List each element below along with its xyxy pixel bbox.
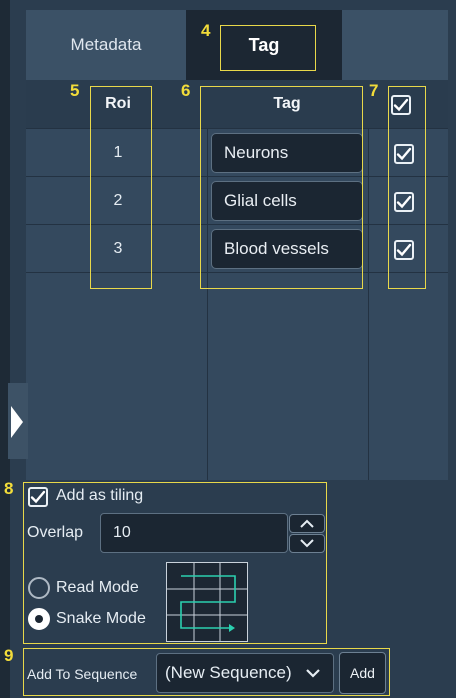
annotation-number-8: 8 xyxy=(4,479,14,498)
check-icon xyxy=(396,195,412,209)
column-divider xyxy=(368,128,369,480)
chevron-down-icon xyxy=(306,669,320,678)
roi-cell: 1 xyxy=(113,144,123,161)
annotation-number-5: 5 xyxy=(70,81,80,100)
tag-column-header[interactable]: Tag xyxy=(205,80,369,128)
row-checkbox[interactable] xyxy=(394,192,414,212)
sequence-select[interactable]: (New Sequence) xyxy=(156,653,334,693)
chevron-right-icon xyxy=(11,406,23,438)
tag-input[interactable]: Blood vessels xyxy=(211,229,363,269)
left-strip xyxy=(0,0,10,698)
column-divider xyxy=(207,128,208,480)
annotation-number-7: 7 xyxy=(369,81,379,100)
check-icon xyxy=(396,147,412,161)
add-as-tiling-checkbox[interactable] xyxy=(28,487,48,507)
overlap-increment-button[interactable] xyxy=(289,514,325,533)
row-checkbox[interactable] xyxy=(394,144,414,164)
overlap-input[interactable]: 10 xyxy=(100,513,288,553)
snake-mode-radio[interactable] xyxy=(28,608,50,630)
annotation-number-4: 4 xyxy=(201,21,211,40)
sequence-select-value: (New Sequence) xyxy=(165,663,292,682)
roi-cell: 3 xyxy=(113,240,123,257)
annotation-number-9: 9 xyxy=(4,646,14,665)
expand-panel-button[interactable] xyxy=(8,383,28,459)
tab-metadata[interactable]: Metadata xyxy=(26,10,186,80)
select-all-checkbox[interactable] xyxy=(391,95,411,115)
read-mode-radio[interactable] xyxy=(28,577,50,599)
tab-tag-label: Tag xyxy=(248,34,280,55)
roi-column-header[interactable]: Roi xyxy=(88,80,148,128)
read-mode-label: Read Mode xyxy=(56,579,139,596)
chevron-up-icon xyxy=(300,519,314,528)
row-checkbox[interactable] xyxy=(394,240,414,260)
annotation-number-6: 6 xyxy=(181,81,191,100)
check-icon xyxy=(393,98,409,112)
overlap-decrement-button[interactable] xyxy=(289,534,325,553)
add-to-sequence-button[interactable]: Add xyxy=(339,652,386,694)
tab-metadata-label: Metadata xyxy=(70,35,142,54)
check-icon xyxy=(396,243,412,257)
tag-input[interactable]: Glial cells xyxy=(211,181,363,221)
add-to-sequence-label: Add To Sequence xyxy=(27,666,138,682)
chevron-down-icon xyxy=(300,539,314,548)
overlap-label: Overlap xyxy=(27,524,84,541)
check-icon xyxy=(30,490,46,504)
snake-mode-diagram xyxy=(166,562,248,642)
snake-mode-label: Snake Mode xyxy=(56,610,146,627)
tag-input[interactable]: Neurons xyxy=(211,133,363,173)
add-as-tiling-label: Add as tiling xyxy=(56,487,144,504)
roi-cell: 2 xyxy=(113,192,123,209)
